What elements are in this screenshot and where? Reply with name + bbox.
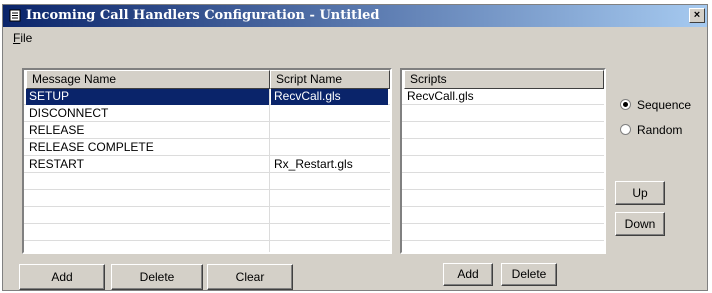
list-item[interactable]: RecvCall.gls: [402, 89, 604, 105]
cell-message-name: SETUP: [26, 89, 269, 105]
list-item[interactable]: [402, 208, 604, 224]
list-item[interactable]: [402, 225, 604, 241]
radio-random-label: Random: [637, 123, 683, 137]
radio-random-indicator: [620, 124, 631, 135]
cell-message-name: RELEASE: [29, 123, 85, 137]
list-item[interactable]: [402, 106, 604, 122]
title-bar[interactable]: Incoming Call Handlers Configuration - U…: [3, 5, 707, 27]
menu-file-label: ile: [20, 31, 33, 45]
cell-script-name: [271, 191, 388, 207]
script-item-label: [404, 174, 602, 190]
table-row[interactable]: [24, 208, 390, 224]
add-button[interactable]: Add: [19, 264, 105, 290]
table-row[interactable]: RELEASE: [24, 123, 390, 139]
column-header-message-name[interactable]: Message Name: [26, 70, 270, 89]
menu-bar: File: [3, 29, 707, 47]
radio-sequence[interactable]: Sequence: [620, 98, 691, 112]
clear-button[interactable]: Clear: [207, 264, 293, 290]
up-button[interactable]: Up: [615, 181, 665, 205]
cell-script-name: [271, 123, 388, 139]
table-row[interactable]: DISCONNECT: [24, 106, 390, 122]
cell-message-name: [26, 174, 269, 190]
table-row[interactable]: [24, 225, 390, 241]
table-row[interactable]: [24, 191, 390, 207]
table-row[interactable]: SETUP RecvCall.gls: [24, 89, 390, 105]
script-item-label: [404, 157, 602, 173]
script-item-label: [404, 106, 602, 122]
list-item[interactable]: [402, 157, 604, 173]
column-header-scripts[interactable]: Scripts: [404, 70, 604, 89]
cell-script-name: [271, 106, 388, 122]
table-row[interactable]: RELEASE COMPLETE: [24, 140, 390, 156]
cell-script-name: [271, 208, 388, 224]
table-row[interactable]: RESTART Rx_Restart.gls: [24, 157, 390, 173]
list-item[interactable]: [402, 123, 604, 139]
cell-message-name: [26, 208, 269, 224]
scripts-add-button[interactable]: Add: [443, 263, 493, 286]
window-title: Incoming Call Handlers Configuration - U…: [26, 8, 380, 23]
cell-message-name: RELEASE COMPLETE: [29, 140, 154, 154]
radio-sequence-indicator: [620, 99, 631, 110]
delete-button[interactable]: Delete: [111, 264, 203, 290]
menu-file[interactable]: File: [13, 31, 32, 45]
cell-message-name: RESTART: [29, 157, 84, 171]
script-item-label: [404, 225, 602, 241]
cell-message-name: [26, 191, 269, 207]
cell-message-name: [26, 225, 269, 241]
radio-random[interactable]: Random: [620, 123, 682, 137]
script-item-label: [404, 140, 602, 156]
cell-script-name: [271, 174, 388, 190]
config-window: Incoming Call Handlers Configuration - U…: [2, 4, 708, 291]
handlers-table[interactable]: Message Name Script Name SETUP RecvCall.g…: [22, 68, 392, 254]
cell-script-name: RecvCall.gls: [271, 89, 388, 105]
table-row[interactable]: [24, 174, 390, 190]
close-button[interactable]: ×: [689, 8, 705, 23]
script-item-label: [404, 191, 602, 207]
cell-message-name: DISCONNECT: [29, 106, 109, 120]
scripts-delete-button[interactable]: Delete: [501, 263, 557, 286]
script-item-label: [404, 123, 602, 139]
cell-script-name: Rx_Restart.gls: [274, 157, 353, 171]
list-item[interactable]: [402, 140, 604, 156]
script-item-label: RecvCall.gls: [407, 89, 474, 103]
column-header-script-name[interactable]: Script Name: [270, 70, 390, 89]
notepad-icon: [9, 9, 21, 22]
list-item[interactable]: [402, 191, 604, 207]
cell-script-name: [271, 225, 388, 241]
radio-sequence-label: Sequence: [637, 98, 692, 112]
down-button[interactable]: Down: [615, 212, 665, 236]
list-item[interactable]: [402, 174, 604, 190]
scripts-list[interactable]: Scripts RecvCall.gls: [400, 68, 606, 254]
cell-script-name: [271, 140, 388, 156]
script-item-label: [404, 208, 602, 224]
